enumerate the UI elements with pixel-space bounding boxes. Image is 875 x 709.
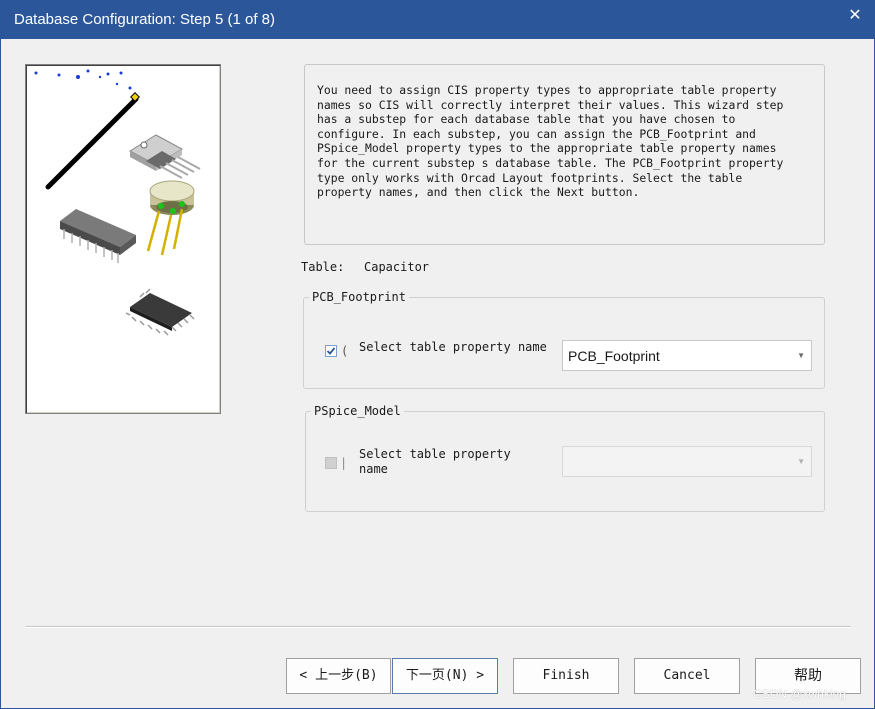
checkbox-label-clip: ( xyxy=(341,344,349,358)
pspice-model-checkbox-label: Select table property name xyxy=(359,447,511,476)
wizard-illustration xyxy=(25,64,221,414)
chevron-down-icon: ▼ xyxy=(797,457,805,466)
back-button[interactable]: < 上一步(B) xyxy=(286,658,391,694)
pcb-footprint-select-value: PCB_Footprint xyxy=(568,348,660,364)
pcb-footprint-checkbox-label: Select table property name xyxy=(359,340,547,354)
next-button[interactable]: 下一页(N) > xyxy=(392,658,498,694)
close-icon[interactable]: ✕ xyxy=(844,5,866,27)
cancel-button[interactable]: Cancel xyxy=(634,658,740,694)
components-illustration xyxy=(34,69,201,336)
chevron-down-icon: ▼ xyxy=(797,351,805,360)
table-value: Capacitor xyxy=(364,260,430,274)
pspice-model-select[interactable]: ▼ xyxy=(562,446,812,477)
checkbox-label-clip: | xyxy=(340,456,348,470)
finish-button[interactable]: Finish xyxy=(513,658,619,694)
description-box: You need to assign CIS property types to… xyxy=(304,64,825,245)
description-text: You need to assign CIS property types to… xyxy=(317,83,784,200)
watermark: CSDN @xwhking xyxy=(753,687,846,701)
separator xyxy=(25,626,851,628)
title-bar[interactable]: Database Configuration: Step 5 (1 of 8) … xyxy=(1,1,874,39)
pspice-model-group-title: PSpice_Model xyxy=(311,404,404,418)
pspice-model-checkbox[interactable] xyxy=(325,457,337,469)
checkmark-icon xyxy=(326,347,336,355)
table-label: Table: xyxy=(301,260,345,274)
pcb-footprint-group-title: PCB_Footprint xyxy=(309,290,409,304)
pcb-footprint-checkbox[interactable] xyxy=(325,345,337,357)
window-title: Database Configuration: Step 5 (1 of 8) xyxy=(14,11,275,28)
pcb-footprint-select[interactable]: PCB_Footprint ▼ xyxy=(562,340,812,371)
wizard-dialog: Database Configuration: Step 5 (1 of 8) … xyxy=(0,0,875,709)
